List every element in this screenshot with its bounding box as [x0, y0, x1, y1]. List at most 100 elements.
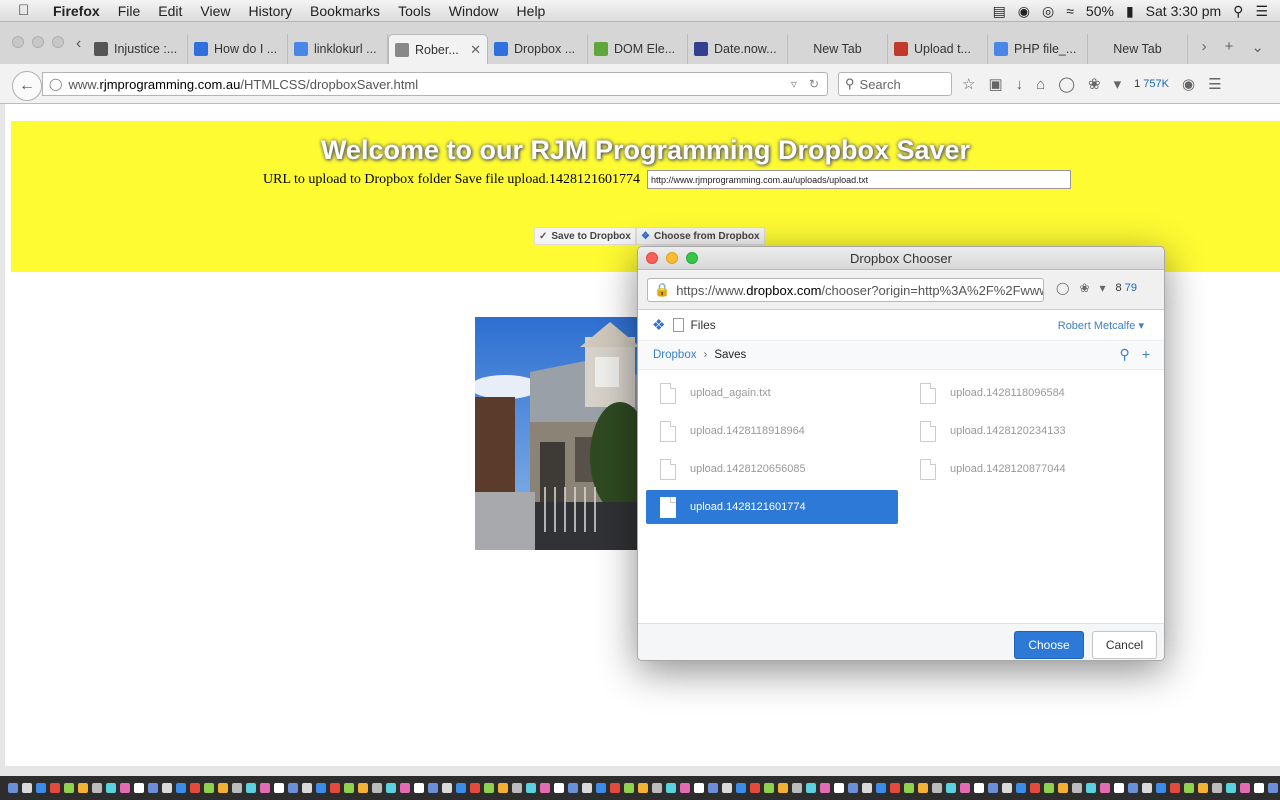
home-icon[interactable]: ⌂: [1036, 76, 1045, 93]
notifications-icon[interactable]: ☰: [1255, 3, 1268, 20]
dock-app-icon[interactable]: [1002, 783, 1012, 793]
dock-app-icon[interactable]: [1226, 783, 1236, 793]
file-item[interactable]: upload_again.txt: [646, 376, 898, 410]
zoom-window-button[interactable]: [52, 36, 64, 48]
file-item[interactable]: upload.1428120234133: [906, 414, 1158, 448]
dock-app-icon[interactable]: [1114, 783, 1124, 793]
record-icon[interactable]: ◎: [1042, 3, 1054, 20]
dock-app-icon[interactable]: [1268, 783, 1278, 793]
dock-app-icon[interactable]: [470, 783, 480, 793]
extension-icon[interactable]: ❀: [1088, 75, 1101, 93]
dock-app-icon[interactable]: [750, 783, 760, 793]
dock-app-icon[interactable]: [652, 783, 662, 793]
dock-app-icon[interactable]: [50, 783, 60, 793]
dock-app-icon[interactable]: [8, 783, 18, 793]
dock-app-icon[interactable]: [764, 783, 774, 793]
b-icon[interactable]: ◉: [1018, 3, 1030, 20]
dock-app-icon[interactable]: [890, 783, 900, 793]
file-item[interactable]: upload.1428120656085: [646, 452, 898, 486]
dialog-zoom-button[interactable]: [686, 252, 698, 264]
dock-app-icon[interactable]: [932, 783, 942, 793]
dock-app-icon[interactable]: [302, 783, 312, 793]
dock-app-icon[interactable]: [246, 783, 256, 793]
dock-app-icon[interactable]: [428, 783, 438, 793]
dock-app-icon[interactable]: [64, 783, 74, 793]
dock-app-icon[interactable]: [568, 783, 578, 793]
audio-icon[interactable]: ▤: [993, 3, 1006, 20]
dock-app-icon[interactable]: [820, 783, 830, 793]
search-field[interactable]: ⚲ Search: [838, 72, 952, 96]
dock-app-icon[interactable]: [1212, 783, 1222, 793]
dock-app-icon[interactable]: [708, 783, 718, 793]
dock-app-icon[interactable]: [1156, 783, 1166, 793]
dock-app-icon[interactable]: [120, 783, 130, 793]
tab-0[interactable]: Injustice :...: [88, 34, 188, 64]
dock-app-icon[interactable]: [918, 783, 928, 793]
new-tab-icon[interactable]: +: [1225, 38, 1234, 56]
dock-app-icon[interactable]: [946, 783, 956, 793]
cancel-button[interactable]: Cancel: [1092, 631, 1157, 659]
dock-app-icon[interactable]: [78, 783, 88, 793]
dock-app-icon[interactable]: [92, 783, 102, 793]
tab-2[interactable]: linklokurl ...: [288, 34, 388, 64]
dock-app-icon[interactable]: [610, 783, 620, 793]
dock-app-icon[interactable]: [1142, 783, 1152, 793]
dock-app-icon[interactable]: [834, 783, 844, 793]
minimize-window-button[interactable]: [32, 36, 44, 48]
search-icon[interactable]: ⚲: [1120, 346, 1130, 363]
extension-counter[interactable]: 1 757K: [1134, 78, 1169, 90]
back-button[interactable]: ←: [12, 71, 42, 101]
dock-app-icon[interactable]: [988, 783, 998, 793]
tab-7[interactable]: New Tab: [788, 34, 888, 64]
clock[interactable]: Sat 3:30 pm: [1146, 3, 1222, 19]
dock-app-icon[interactable]: [904, 783, 914, 793]
dock-app-icon[interactable]: [722, 783, 732, 793]
dock-app-icon[interactable]: [1100, 783, 1110, 793]
dock-app-icon[interactable]: [400, 783, 410, 793]
dock-app-icon[interactable]: [134, 783, 144, 793]
dock-app-icon[interactable]: [960, 783, 970, 793]
dock-app-icon[interactable]: [1044, 783, 1054, 793]
dock-app-icon[interactable]: [190, 783, 200, 793]
dock-app-icon[interactable]: [358, 783, 368, 793]
address-bar[interactable]: ◯ www. rjmprogramming.com.au /HTMLCSS/dr…: [42, 72, 828, 96]
dock-app-icon[interactable]: [414, 783, 424, 793]
dock-app-icon[interactable]: [694, 783, 704, 793]
dock-app-icon[interactable]: [1030, 783, 1040, 793]
sync-icon[interactable]: ◯: [1058, 75, 1075, 93]
dock-app-icon[interactable]: [1184, 783, 1194, 793]
choose-button[interactable]: Choose: [1014, 631, 1084, 659]
dock-app-icon[interactable]: [1128, 783, 1138, 793]
dock-app-icon[interactable]: [106, 783, 116, 793]
close-tab-icon[interactable]: ✕: [470, 42, 481, 58]
dock-app-icon[interactable]: [638, 783, 648, 793]
tab-9[interactable]: PHP file_...: [988, 34, 1088, 64]
upload-url-input[interactable]: [647, 170, 1072, 189]
files-label[interactable]: Files: [690, 318, 715, 332]
dock-app-icon[interactable]: [1240, 783, 1250, 793]
dock-app-icon[interactable]: [162, 783, 172, 793]
tab-5[interactable]: DOM Ele...: [588, 34, 688, 64]
menu-bookmarks[interactable]: Bookmarks: [301, 3, 389, 19]
reload-icon[interactable]: ↻: [809, 77, 819, 91]
chat-icon[interactable]: ◉: [1182, 75, 1195, 93]
apple-menu-icon[interactable]: : [18, 2, 36, 19]
dock-app-icon[interactable]: [582, 783, 592, 793]
dock-app-icon[interactable]: [554, 783, 564, 793]
dock-app-icon[interactable]: [736, 783, 746, 793]
dialog-sync-icon[interactable]: ◯: [1056, 281, 1069, 295]
dock-app-icon[interactable]: [512, 783, 522, 793]
file-item[interactable]: upload.1428121601774: [646, 490, 898, 524]
dock-app-icon[interactable]: [260, 783, 270, 793]
dock-app-icon[interactable]: [792, 783, 802, 793]
dock-app-icon[interactable]: [218, 783, 228, 793]
dock-app-icon[interactable]: [344, 783, 354, 793]
file-item[interactable]: upload.1428118096584: [906, 376, 1158, 410]
spotlight-icon[interactable]: ⚲: [1233, 3, 1243, 20]
hamburger-menu-icon[interactable]: ☰: [1208, 75, 1221, 93]
tab-10[interactable]: New Tab: [1088, 34, 1188, 64]
dialog-close-button[interactable]: [646, 252, 658, 264]
dialog-extension-icon[interactable]: ❀: [1079, 281, 1089, 295]
tab-4[interactable]: Dropbox ...: [488, 34, 588, 64]
battery-icon[interactable]: ▮: [1126, 3, 1134, 20]
